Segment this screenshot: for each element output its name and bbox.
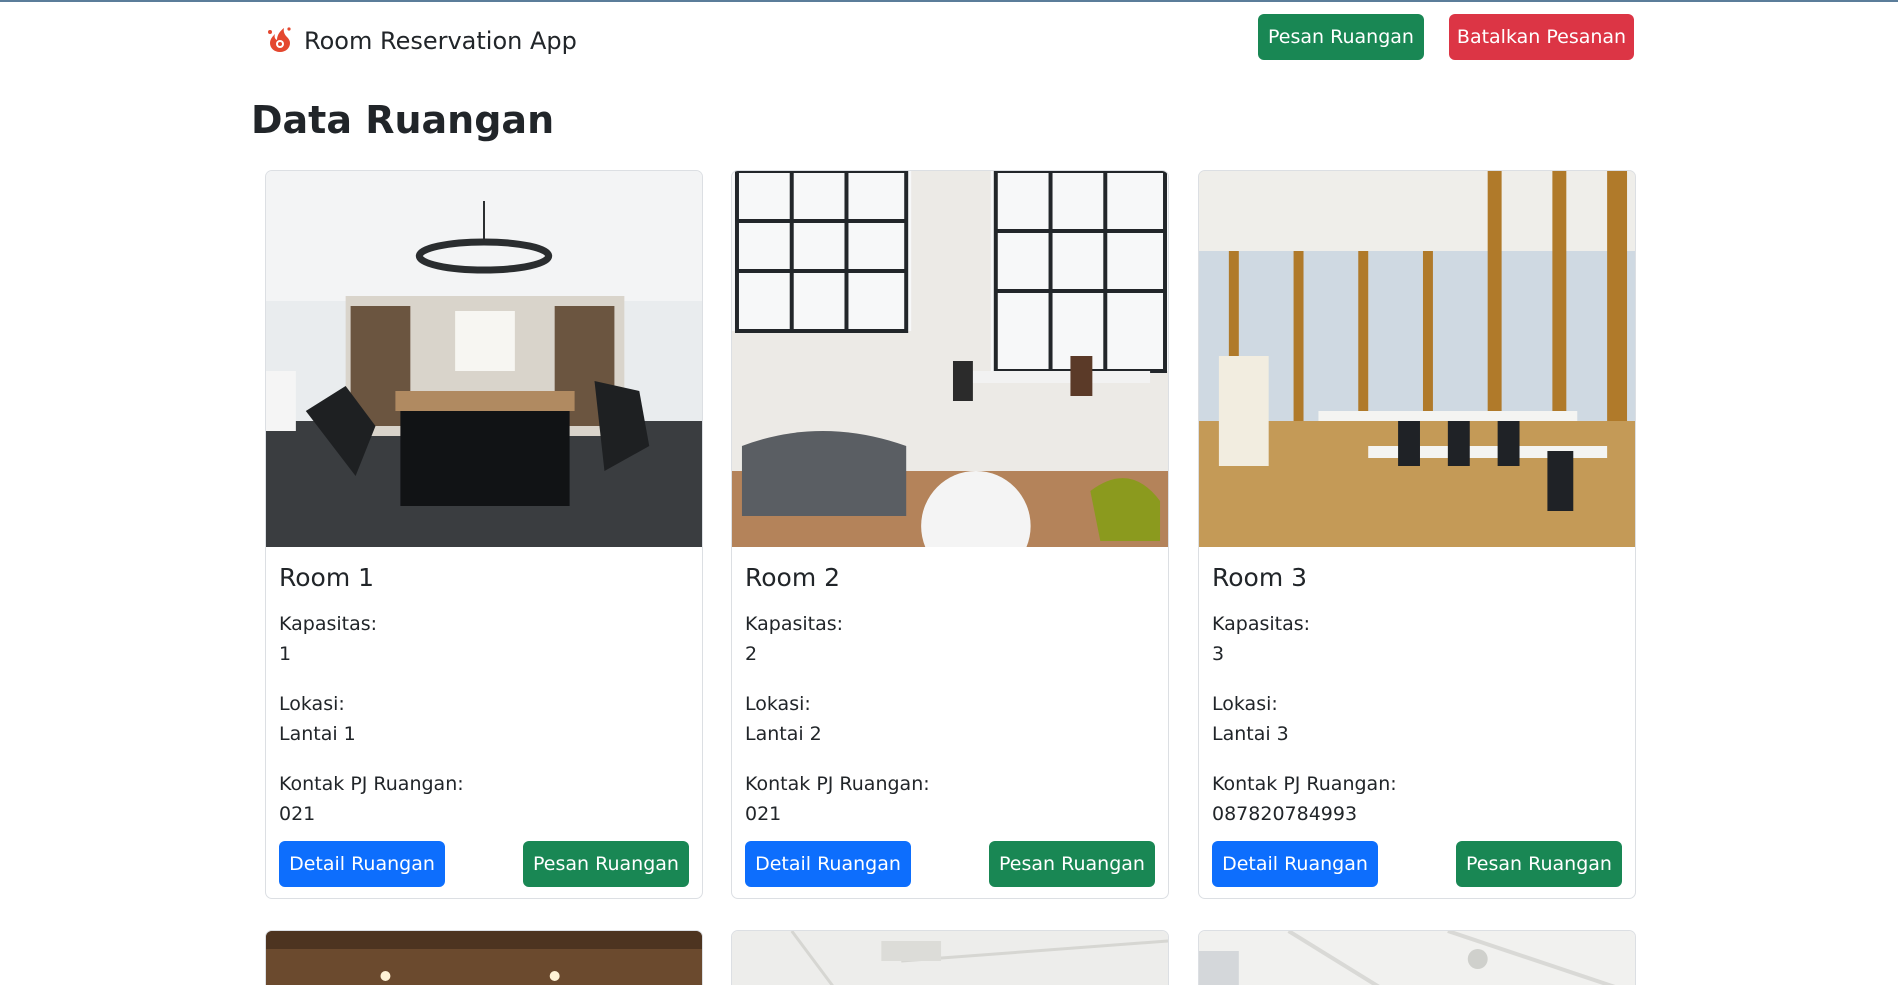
- room-name: Room 3: [1212, 563, 1308, 592]
- kapasitas-value: 3: [1212, 643, 1225, 665]
- lokasi-label: Lokasi:: [279, 693, 345, 715]
- room-name: Room 1: [279, 563, 375, 592]
- lokasi-label: Lokasi:: [1212, 693, 1278, 715]
- room-card-3: Room 3 Kapasitas: 3 Lokasi: Lantai 3 Kon…: [1198, 170, 1636, 899]
- pesan-ruangan-button[interactable]: Pesan Ruangan: [989, 841, 1155, 887]
- room-card-2: Room 2 Kapasitas: 2 Lokasi: Lantai 2 Kon…: [731, 170, 1169, 899]
- room-image-6: [1199, 931, 1635, 985]
- room-image-4: [266, 931, 702, 985]
- pesan-ruangan-button[interactable]: Pesan Ruangan: [1456, 841, 1622, 887]
- room-image-3: [1199, 171, 1635, 547]
- lokasi-value: Lantai 2: [745, 723, 822, 745]
- kapasitas-label: Kapasitas:: [1212, 613, 1311, 635]
- detail-ruangan-button[interactable]: Detail Ruangan: [745, 841, 911, 887]
- room-card-6: [1198, 930, 1636, 985]
- detail-ruangan-button[interactable]: Detail Ruangan: [279, 841, 445, 887]
- room-name: Room 2: [745, 563, 841, 592]
- lokasi-value: Lantai 1: [279, 723, 356, 745]
- kontak-value: 087820784993: [1212, 803, 1358, 825]
- kontak-label: Kontak PJ Ruangan:: [279, 773, 464, 795]
- room-card-body-2: Room 2 Kapasitas: 2 Lokasi: Lantai 2 Kon…: [745, 563, 1155, 825]
- kontak-value: 021: [745, 803, 782, 825]
- kapasitas-label: Kapasitas:: [745, 613, 844, 635]
- navbar: Room Reservation App Pesan Ruangan Batal…: [0, 2, 1898, 72]
- app-title: Room Reservation App: [304, 27, 577, 55]
- flame-logo-icon: [264, 22, 296, 60]
- room-image-2: [732, 171, 1168, 547]
- header-pesan-ruangan-button[interactable]: Pesan Ruangan: [1258, 14, 1424, 60]
- room-image-1: [266, 171, 702, 547]
- lokasi-value: Lantai 3: [1212, 723, 1289, 745]
- room-card-4: [265, 930, 703, 985]
- room-card-5: [731, 930, 1169, 985]
- kontak-label: Kontak PJ Ruangan:: [745, 773, 930, 795]
- pesan-ruangan-button[interactable]: Pesan Ruangan: [523, 841, 689, 887]
- kapasitas-value: 1: [279, 643, 292, 665]
- page-title: Data Ruangan: [251, 98, 555, 142]
- lokasi-label: Lokasi:: [745, 693, 811, 715]
- kontak-label: Kontak PJ Ruangan:: [1212, 773, 1397, 795]
- room-card-body-1: Room 1 Kapasitas: 1 Lokasi: Lantai 1 Kon…: [279, 563, 689, 825]
- navbar-brand[interactable]: Room Reservation App: [264, 22, 577, 60]
- detail-ruangan-button[interactable]: Detail Ruangan: [1212, 841, 1378, 887]
- room-card-body-3: Room 3 Kapasitas: 3 Lokasi: Lantai 3 Kon…: [1212, 563, 1622, 825]
- room-card-1: Room 1 Kapasitas: 1 Lokasi: Lantai 1 Kon…: [265, 170, 703, 899]
- kapasitas-value: 2: [745, 643, 758, 665]
- header-batalkan-pesanan-button[interactable]: Batalkan Pesanan: [1449, 14, 1634, 60]
- room-image-5: [732, 931, 1168, 985]
- kapasitas-label: Kapasitas:: [279, 613, 378, 635]
- kontak-value: 021: [279, 803, 316, 825]
